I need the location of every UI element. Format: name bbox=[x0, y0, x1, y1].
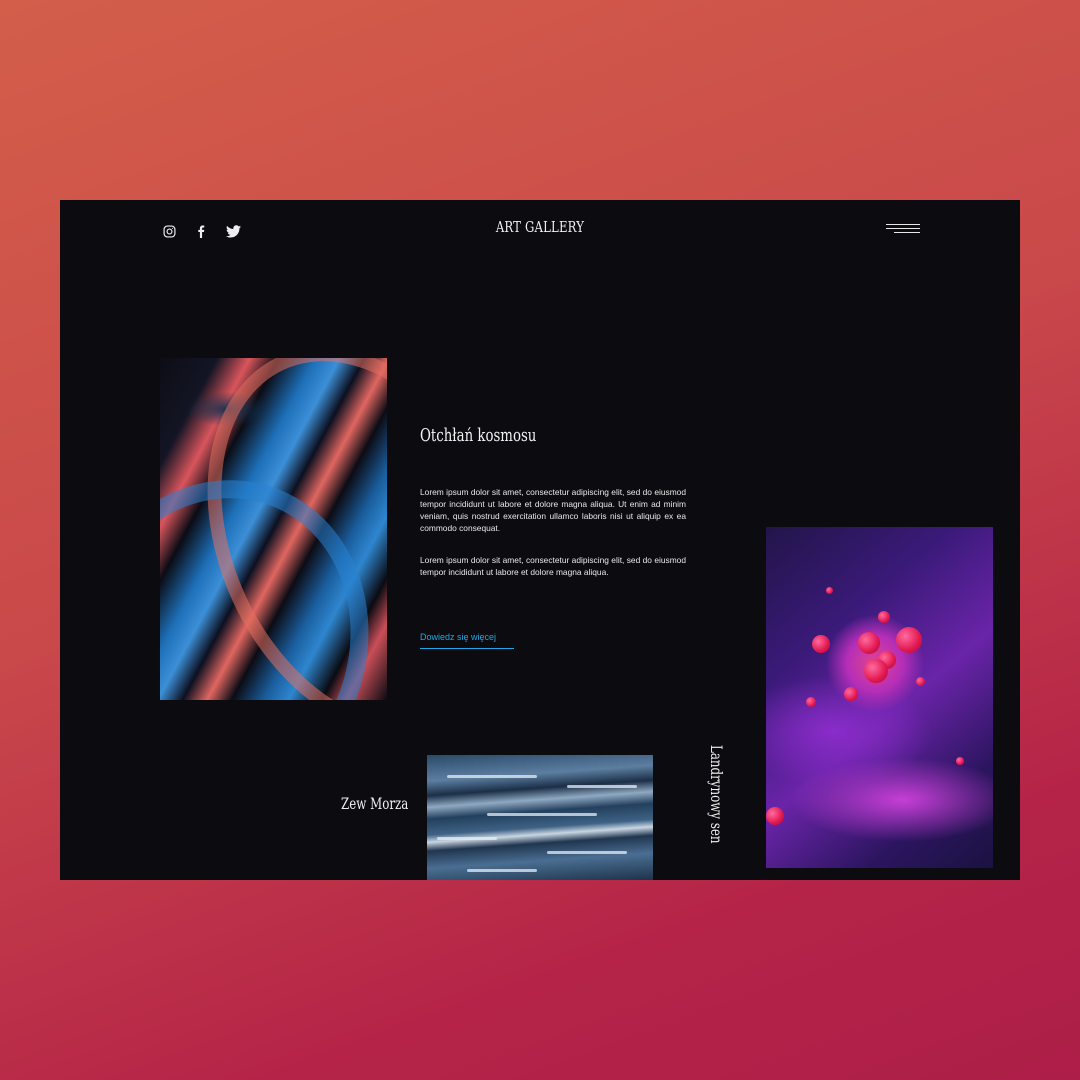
artwork-cosmos-image[interactable] bbox=[160, 358, 387, 700]
artwork-sea-image[interactable] bbox=[427, 755, 653, 880]
description-paragraph: Lorem ipsum dolor sit amet, consectetur … bbox=[420, 555, 686, 577]
hamburger-menu-icon[interactable] bbox=[886, 222, 920, 236]
candy-dream-caption: Landrynowy sen bbox=[707, 745, 726, 844]
gallery-page: ART GALLERY Otchłań kosmosu Lorem ipsum … bbox=[60, 200, 1020, 880]
sea-call-caption: Zew Morza bbox=[341, 794, 409, 813]
description-paragraph: Lorem ipsum dolor sit amet, consectetur … bbox=[420, 487, 686, 533]
artwork-candy-dream-image[interactable] bbox=[766, 527, 993, 868]
artwork-title: Otchłań kosmosu bbox=[420, 425, 537, 446]
site-logo[interactable]: ART GALLERY bbox=[166, 218, 915, 236]
learn-more-link[interactable]: Dowiedz się więcej bbox=[420, 632, 496, 642]
link-underline bbox=[420, 648, 514, 649]
